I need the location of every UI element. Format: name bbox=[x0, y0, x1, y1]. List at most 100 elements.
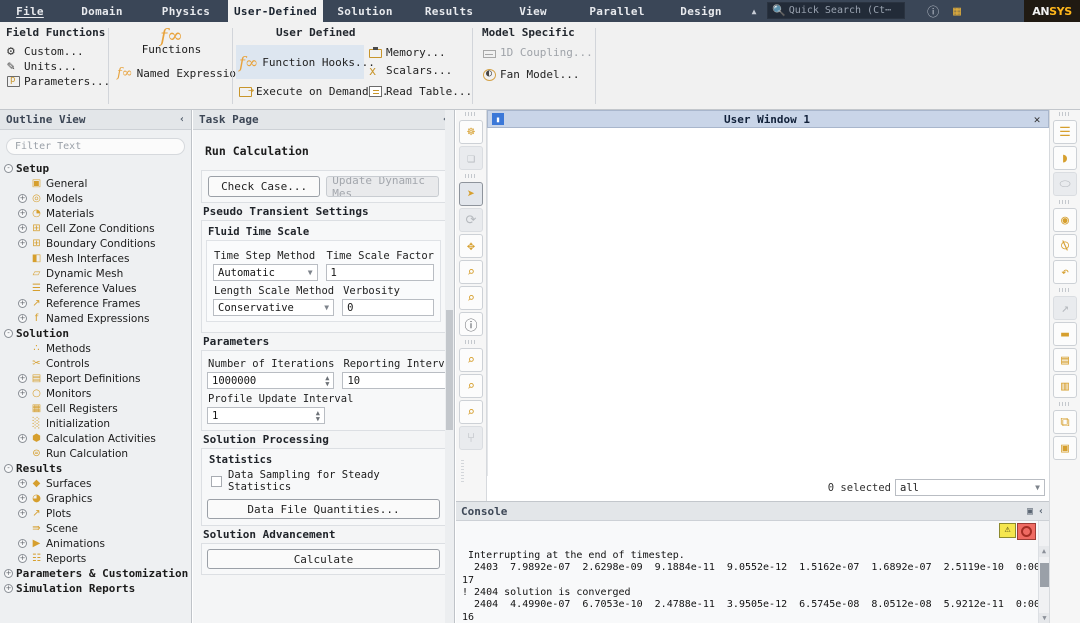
stepper-arrows-icon[interactable]: ▲ ▼ bbox=[325, 374, 329, 387]
undo-view-icon[interactable]: ↶ bbox=[1053, 260, 1077, 284]
outline-item-results[interactable]: - Results bbox=[2, 461, 191, 476]
colormap-icon[interactable]: ▬ bbox=[1053, 322, 1077, 346]
scroll-down-icon[interactable]: ▼ bbox=[1039, 613, 1049, 623]
outline-item-controls[interactable]: ✂ Controls bbox=[2, 356, 191, 371]
ribbon-collapse-icon[interactable]: ▲ bbox=[743, 0, 765, 22]
scroll-up-icon[interactable]: ▲ bbox=[1039, 545, 1049, 557]
legend-icon[interactable]: ▥ bbox=[1053, 374, 1077, 398]
ribbon-tab-domain[interactable]: Domain bbox=[60, 0, 144, 22]
outline-item-parameters-customization[interactable]: + Parameters & Customization bbox=[2, 566, 191, 581]
expand-icon[interactable]: + bbox=[4, 584, 13, 593]
help-icon[interactable]: ⓘ bbox=[927, 3, 939, 20]
task-page-scrollbar[interactable] bbox=[445, 110, 454, 623]
hide-icon[interactable]: ⍉ bbox=[1053, 234, 1077, 258]
magnifier-icon[interactable]: ⌕ bbox=[459, 286, 483, 310]
ribbon-tab-view[interactable]: View bbox=[491, 0, 575, 22]
vectors-icon[interactable]: ◗ bbox=[1053, 146, 1077, 170]
length-scale-method-select[interactable]: Conservative ▼ bbox=[213, 299, 335, 316]
show-visible-icon[interactable]: ◉ bbox=[1053, 208, 1077, 232]
ribbon-tab-user-defined[interactable]: User-Defined bbox=[228, 0, 324, 22]
outline-item-models[interactable]: + ◎ Models bbox=[2, 191, 191, 206]
expand-icon[interactable]: + bbox=[18, 314, 27, 323]
outline-item-monitors[interactable]: + ○ Monitors bbox=[2, 386, 191, 401]
outline-item-methods[interactable]: ∴ Methods bbox=[2, 341, 191, 356]
outline-item-general[interactable]: ▣ General bbox=[2, 176, 191, 191]
ribbon-item-fan-model[interactable]: Fan Model... bbox=[480, 67, 590, 82]
ribbon-tab-file[interactable]: File bbox=[0, 0, 60, 22]
profile-update-interval-stepper[interactable]: 1 ▲ ▼ bbox=[207, 407, 325, 424]
data-sampling-checkbox-row[interactable]: Data Sampling for Steady Statistics bbox=[211, 469, 440, 493]
expand-icon[interactable]: + bbox=[18, 209, 27, 218]
reporting-interval-input[interactable]: 10 bbox=[342, 372, 454, 389]
outline-item-dynamic-mesh[interactable]: ▱ Dynamic Mesh bbox=[2, 266, 191, 281]
outline-item-graphics[interactable]: + ◕ Graphics bbox=[2, 491, 191, 506]
collapse-icon[interactable]: - bbox=[4, 464, 13, 473]
user-window-canvas[interactable] bbox=[487, 128, 1049, 476]
close-icon[interactable]: ✕ bbox=[1030, 113, 1044, 126]
expand-icon[interactable]: + bbox=[4, 569, 13, 578]
outline-item-scene[interactable]: ⇛ Scene bbox=[2, 521, 191, 536]
zoom-box-icon[interactable]: ⌕ bbox=[459, 260, 483, 284]
outline-collapse-icon[interactable]: ‹ bbox=[179, 114, 185, 125]
expand-icon[interactable]: + bbox=[18, 239, 27, 248]
outline-item-run-calculation[interactable]: ⊜ Run Calculation bbox=[2, 446, 191, 461]
console-undock-icon[interactable]: ▣ bbox=[1027, 506, 1033, 517]
zoom-to-fit-icon[interactable]: ⌕ bbox=[459, 348, 483, 372]
quick-search-input[interactable]: 🔍 Quick Search (Ct⋯ bbox=[767, 2, 906, 19]
warning-button[interactable]: ⚠ bbox=[999, 523, 1016, 538]
documentation-icon[interactable]: ▦ bbox=[953, 4, 961, 19]
ribbon-item-parameters[interactable]: Parameters... bbox=[4, 74, 110, 89]
expand-icon[interactable]: + bbox=[18, 434, 27, 443]
ribbon-item-units[interactable]: Units... bbox=[4, 59, 104, 74]
console-scroll-thumb[interactable] bbox=[1040, 563, 1049, 587]
stop-button[interactable] bbox=[1017, 523, 1036, 540]
collapse-icon[interactable]: - bbox=[4, 164, 13, 173]
outline-item-reports[interactable]: + ☷ Reports bbox=[2, 551, 191, 566]
ribbon-tab-solution[interactable]: Solution bbox=[323, 0, 407, 22]
collapse-icon[interactable]: - bbox=[4, 329, 13, 338]
outline-item-surfaces[interactable]: + ◆ Surfaces bbox=[2, 476, 191, 491]
calculate-button[interactable]: Calculate bbox=[207, 549, 440, 569]
outline-item-simulation-reports[interactable]: + Simulation Reports bbox=[2, 581, 191, 596]
expand-icon[interactable]: + bbox=[18, 374, 27, 383]
console-output[interactable]: Interrupting at the end of timestep. 240… bbox=[456, 521, 1049, 623]
bounding-box-icon[interactable]: ❑ bbox=[459, 146, 483, 170]
outline-item-materials[interactable]: + ◔ Materials bbox=[2, 206, 191, 221]
ribbon-tab-parallel[interactable]: Parallel bbox=[575, 0, 659, 22]
ribbon-item-scalars[interactable]: Scalars... bbox=[366, 63, 466, 78]
check-case-button[interactable]: Check Case... bbox=[208, 176, 321, 197]
select-pointer-icon[interactable]: ➤ bbox=[459, 182, 483, 206]
outline-item-setup[interactable]: - Setup bbox=[2, 161, 191, 176]
expand-icon[interactable]: + bbox=[18, 539, 27, 548]
outline-item-cell-zone-conditions[interactable]: + ⊞ Cell Zone Conditions bbox=[2, 221, 191, 236]
outline-item-named-expressions[interactable]: + f Named Expressions bbox=[2, 311, 191, 326]
rotate-icon[interactable]: ⟳ bbox=[459, 208, 483, 232]
expand-icon[interactable]: + bbox=[18, 389, 27, 398]
expand-icon[interactable]: + bbox=[18, 494, 27, 503]
outline-item-reference-frames[interactable]: + ↗ Reference Frames bbox=[2, 296, 191, 311]
data-file-quantities-button[interactable]: Data File Quantities... bbox=[207, 499, 440, 519]
expand-icon[interactable]: + bbox=[18, 224, 27, 233]
expand-icon[interactable]: + bbox=[18, 479, 27, 488]
pan-icon[interactable]: ✥ bbox=[459, 234, 483, 258]
number-of-iterations-stepper[interactable]: 1000000 ▲ ▼ bbox=[207, 372, 335, 389]
outline-item-reference-values[interactable]: ☰ Reference Values bbox=[2, 281, 191, 296]
ribbon-item-execute-on-demand[interactable]: Execute on Demand... bbox=[236, 84, 388, 99]
outline-item-mesh-interfaces[interactable]: ◧ Mesh Interfaces bbox=[2, 251, 191, 266]
expand-icon[interactable]: + bbox=[18, 299, 27, 308]
time-step-method-select[interactable]: Automatic ▼ bbox=[213, 264, 318, 281]
probe-info-icon[interactable]: ⓘ bbox=[459, 312, 483, 336]
outline-item-animations[interactable]: + ▶ Animations bbox=[2, 536, 191, 551]
outline-item-report-definitions[interactable]: + ▤ Report Definitions bbox=[2, 371, 191, 386]
contours-icon[interactable]: ☰ bbox=[1053, 120, 1077, 144]
mesh-display-icon[interactable]: ☸ bbox=[459, 120, 483, 144]
console-collapse-icon[interactable]: ‹ bbox=[1038, 506, 1044, 517]
outline-item-plots[interactable]: + ↗ Plots bbox=[2, 506, 191, 521]
xy-plot-icon[interactable]: ↗ bbox=[1053, 296, 1077, 320]
time-scale-factor-input[interactable]: 1 bbox=[325, 264, 434, 281]
ribbon-tab-design[interactable]: Design bbox=[659, 0, 743, 22]
outline-item-solution[interactable]: - Solution bbox=[2, 326, 191, 341]
axes-triad-icon[interactable]: ⑂ bbox=[459, 426, 483, 450]
surface-filter-select[interactable]: all ▼ bbox=[895, 479, 1045, 496]
zoom-out-icon[interactable]: ⌕ bbox=[459, 400, 483, 424]
